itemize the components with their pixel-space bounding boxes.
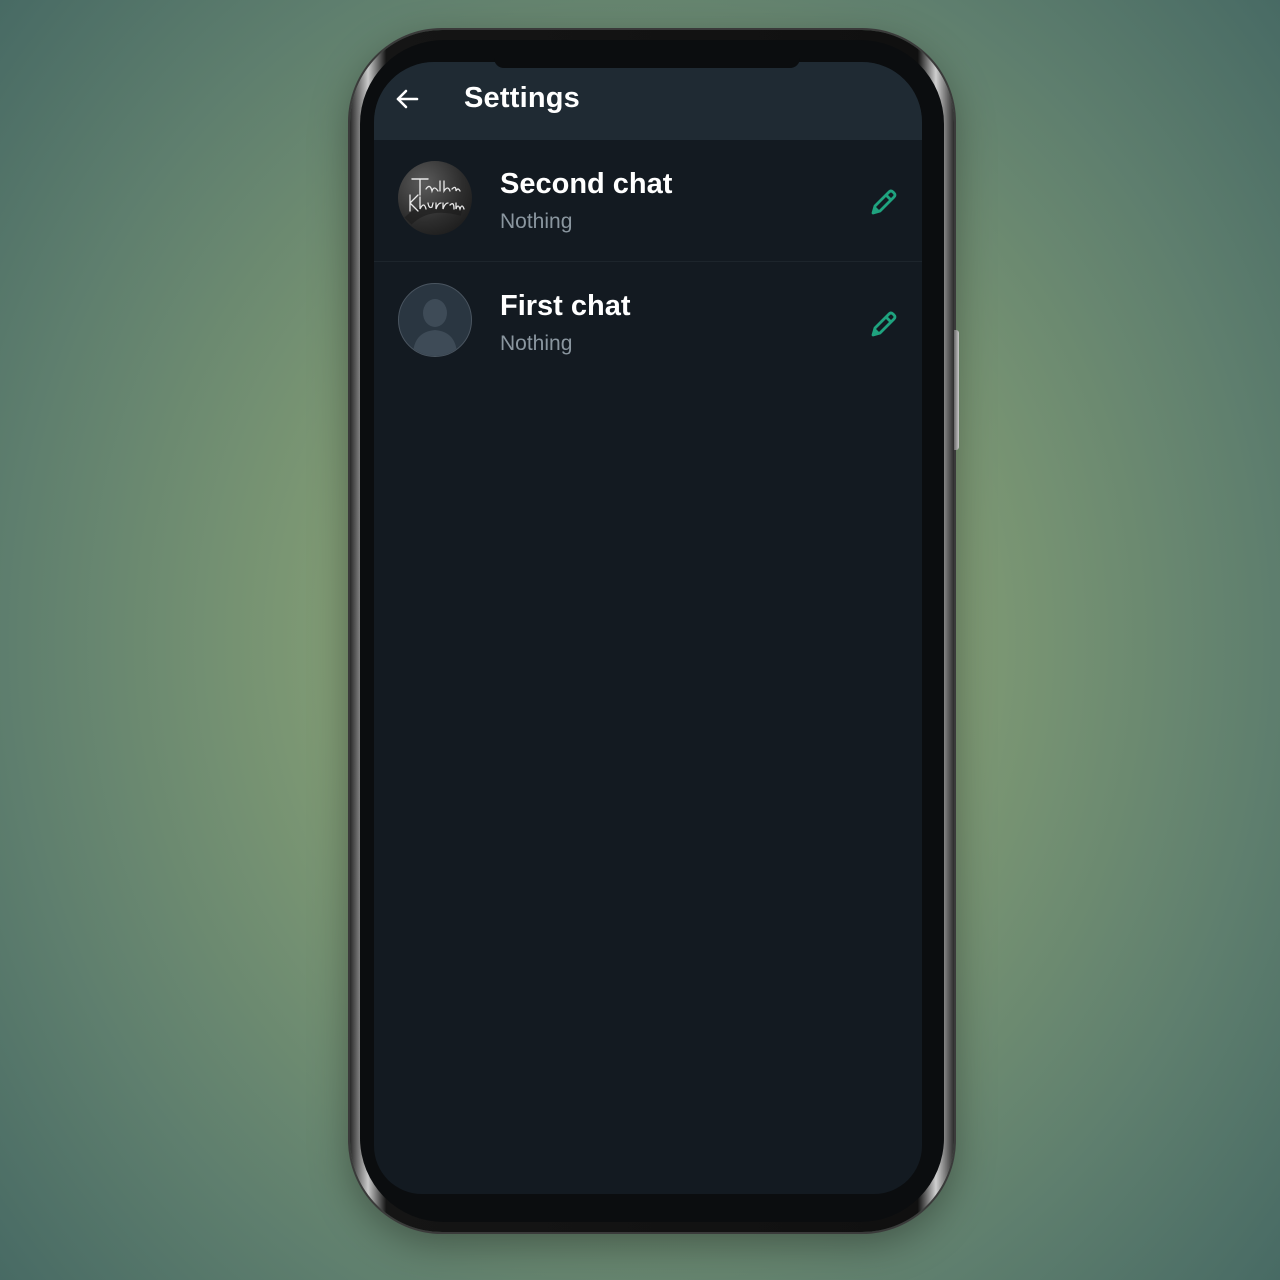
- phone-side-button: [954, 330, 959, 450]
- chat-name: First chat: [500, 290, 631, 322]
- chat-row-second-chat[interactable]: Second chat Nothing: [374, 140, 922, 262]
- chat-status: Nothing: [500, 210, 573, 233]
- chat-name: Second chat: [500, 168, 673, 200]
- edit-button[interactable]: [866, 308, 900, 342]
- edit-button[interactable]: [866, 186, 900, 220]
- page-title: Settings: [464, 82, 580, 114]
- chat-row-first-chat[interactable]: First chat Nothing: [374, 262, 922, 383]
- avatar: [398, 161, 472, 235]
- avatar-signature-image: [404, 178, 465, 225]
- app-screen: Settings Second chat Nothing First chat …: [374, 62, 922, 1194]
- app-header: Settings: [374, 62, 922, 140]
- chat-status: Nothing: [500, 332, 573, 355]
- person-icon: [413, 299, 457, 356]
- pencil-icon: [871, 189, 897, 215]
- arrow-left-icon: [396, 89, 419, 109]
- back-button[interactable]: [392, 84, 422, 114]
- phone-notch: [494, 58, 800, 68]
- avatar: [398, 283, 472, 357]
- pencil-icon: [871, 311, 897, 337]
